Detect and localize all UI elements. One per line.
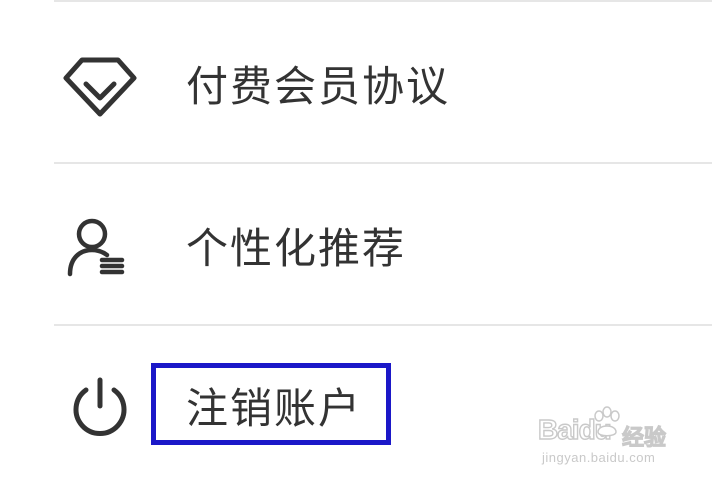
paw-icon: [592, 406, 622, 440]
watermark-sub: 经验: [621, 426, 667, 452]
menu-item-label: 付费会员协议: [186, 62, 451, 111]
watermark: Baidu 经验 jingyan.baidu.com: [537, 400, 678, 470]
settings-screen: 付费会员协议 个性化推荐 注销账户 Baidu 经验 jingyan.baidu…: [0, 0, 712, 484]
diamond-icon: [62, 52, 138, 122]
divider-top: [54, 0, 712, 2]
menu-item-personalized-recommendation[interactable]: 个性化推荐: [0, 166, 712, 326]
user-profile-icon: [62, 214, 138, 284]
highlight-box: [151, 363, 391, 445]
power-icon: [62, 372, 138, 442]
divider: [54, 162, 712, 164]
divider: [54, 324, 712, 326]
menu-item-membership-agreement[interactable]: 付费会员协议: [0, 6, 712, 166]
menu-item-label: 个性化推荐: [186, 224, 407, 273]
watermark-url: jingyan.baidu.com: [542, 450, 656, 465]
